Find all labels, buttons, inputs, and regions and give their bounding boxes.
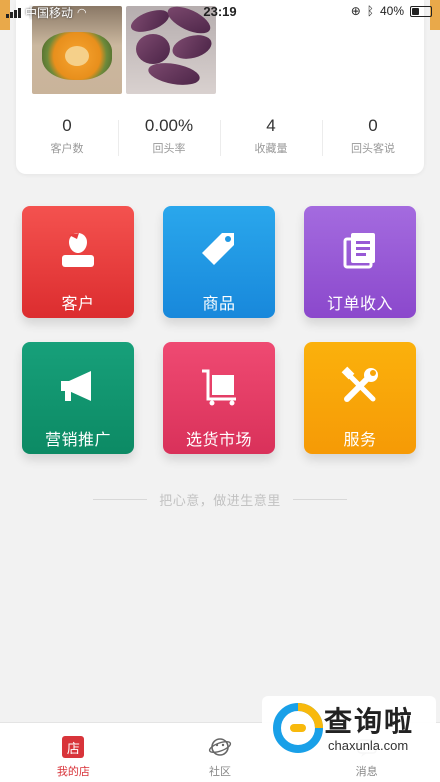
sourcing-market-button[interactable]: 选货市场 [163, 342, 275, 454]
tile-label: 选货市场 [185, 432, 252, 449]
function-grid: 客户 商品 订单收入 营销推广 选货市场 服务 [22, 206, 420, 454]
watermark: 查询啦 chaxunla.com [262, 696, 436, 760]
slogan-text: 把心意，做进生意里 [159, 493, 281, 508]
battery-percent: 40% [379, 4, 404, 18]
stats-row: 0 客户数 0.00% 回头率 4 收藏量 0 回头客说 [16, 116, 424, 156]
divider [93, 499, 148, 500]
stat-customers[interactable]: 0 客户数 [16, 116, 118, 156]
products-button[interactable]: 商品 [163, 206, 275, 318]
watermark-text: 查询啦 [324, 706, 415, 737]
stat-return-rate[interactable]: 0.00% 回头率 [118, 116, 220, 156]
cart-icon [197, 364, 241, 408]
stat-returning-reviews[interactable]: 0 回头客说 [322, 116, 424, 156]
marketing-button[interactable]: 营销推广 [22, 342, 134, 454]
order-income-button[interactable]: 订单收入 [304, 206, 416, 318]
stat-value: 0 [62, 116, 72, 135]
stat-value: 0.00% [144, 116, 194, 135]
customer-icon [56, 228, 100, 272]
tile-label: 商品 [202, 296, 236, 313]
tile-label: 订单收入 [326, 296, 393, 313]
stat-label: 回头率 [152, 143, 186, 155]
tile-label: 营销推广 [44, 432, 111, 449]
tag-icon [197, 228, 241, 272]
battery-icon [410, 5, 432, 17]
tile-label: 客户 [61, 296, 95, 313]
tab-label: 消息 [355, 766, 378, 778]
stat-label: 收藏量 [254, 143, 288, 155]
store-icon: 店 [61, 735, 85, 759]
customers-button[interactable]: 客户 [22, 206, 134, 318]
tab-label: 我的店 [56, 766, 90, 778]
shop-stats-card: 0 客户数 0.00% 回头率 4 收藏量 0 回头客说 [16, 0, 424, 174]
services-button[interactable]: 服务 [304, 342, 416, 454]
stat-favorites[interactable]: 4 收藏量 [220, 116, 322, 156]
tile-label: 服务 [343, 432, 377, 449]
bluetooth-icon: ᛒ [366, 4, 374, 18]
watermark-url: chaxunla.com [328, 738, 409, 753]
stat-value: 0 [368, 116, 378, 135]
megaphone-icon [56, 364, 100, 408]
tools-icon [338, 364, 382, 408]
watermark-logo [273, 703, 323, 753]
stat-label: 客户数 [50, 143, 84, 155]
stat-value: 4 [266, 116, 276, 135]
stat-label: 回头客说 [351, 143, 395, 155]
slogan: 把心意，做进生意里 [0, 490, 440, 509]
tab-my-store[interactable]: 店 我的店 [0, 723, 147, 782]
status-bar: 中国移动 ◠ 23:19 ⊕ ᛒ 40% [0, 0, 440, 24]
rotation-lock-icon: ⊕ [350, 4, 361, 18]
document-icon [338, 228, 382, 272]
tab-label: 社区 [209, 766, 231, 778]
divider [292, 499, 347, 500]
planet-icon [208, 735, 232, 759]
